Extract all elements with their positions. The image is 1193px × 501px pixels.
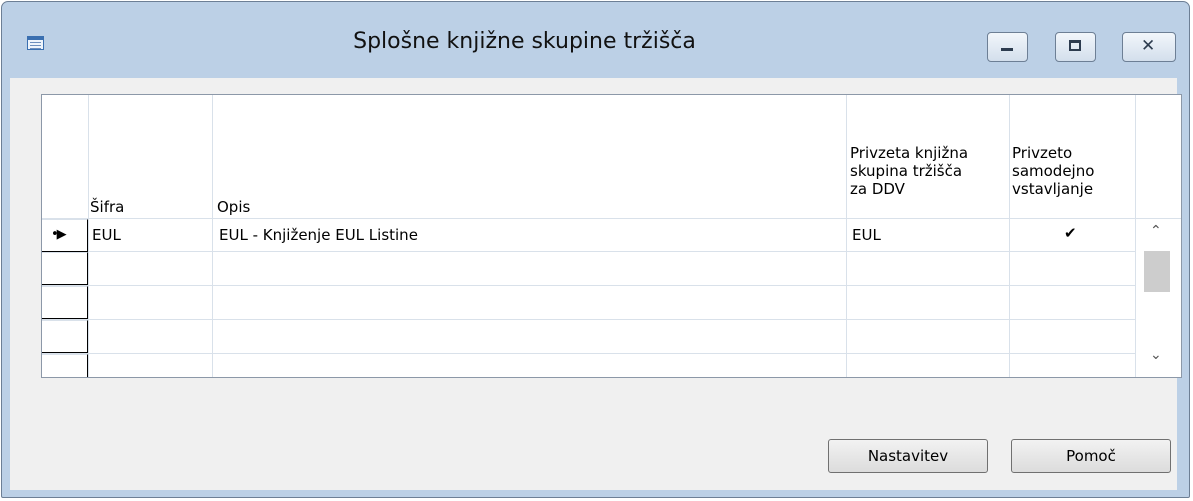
maximize-button[interactable]	[1055, 32, 1096, 62]
maximize-icon	[1069, 40, 1081, 51]
minimize-icon	[1001, 48, 1013, 51]
row-selector[interactable]: •▶	[42, 219, 88, 252]
window-title: Splošne knjižne skupine tržišča	[353, 29, 696, 54]
data-grid[interactable]: Šifra Opis Privzeta knjižna skupina trži…	[41, 94, 1182, 378]
vertical-scrollbar[interactable]: ⌃ ⌄	[1136, 219, 1181, 377]
row-selector[interactable]	[42, 252, 88, 285]
scrollbar-thumb[interactable]	[1144, 251, 1170, 292]
minimize-button[interactable]	[987, 32, 1028, 62]
close-icon: ✕	[1141, 36, 1156, 56]
row-selector[interactable]	[42, 320, 88, 353]
code-cell[interactable]: EUL	[92, 226, 121, 244]
column-header-vat-group[interactable]: Privzeta knjižna skupina tržišča za DDV	[850, 144, 968, 198]
scroll-up-arrow-icon[interactable]: ⌃	[1150, 223, 1162, 239]
row-selector[interactable]	[42, 286, 88, 319]
title-bar[interactable]: Splošne knjižne skupine tržišča ✕	[2, 2, 1189, 78]
client-area: Šifra Opis Privzeta knjižna skupina trži…	[10, 78, 1182, 490]
auto-insert-checkbox[interactable]: ✔	[1064, 224, 1077, 242]
column-header-description[interactable]: Opis	[217, 198, 250, 216]
column-header-auto-insert[interactable]: Privzeto samodejno vstavljanje	[1012, 144, 1094, 198]
row-selector[interactable]	[42, 354, 88, 377]
current-row-marker-icon: •▶	[51, 227, 67, 242]
vat-group-cell[interactable]: EUL	[852, 226, 881, 244]
close-button[interactable]: ✕	[1122, 32, 1176, 62]
help-button[interactable]: Pomoč	[1011, 439, 1171, 473]
dialog-window: Splošne knjižne skupine tržišča ✕ Šifra …	[1, 1, 1190, 498]
setup-button[interactable]: Nastavitev	[828, 439, 988, 473]
column-header-code[interactable]: Šifra	[90, 198, 124, 216]
scroll-down-arrow-icon[interactable]: ⌄	[1150, 347, 1162, 363]
description-cell[interactable]: EUL - Knjiženje EUL Listine	[219, 226, 418, 244]
